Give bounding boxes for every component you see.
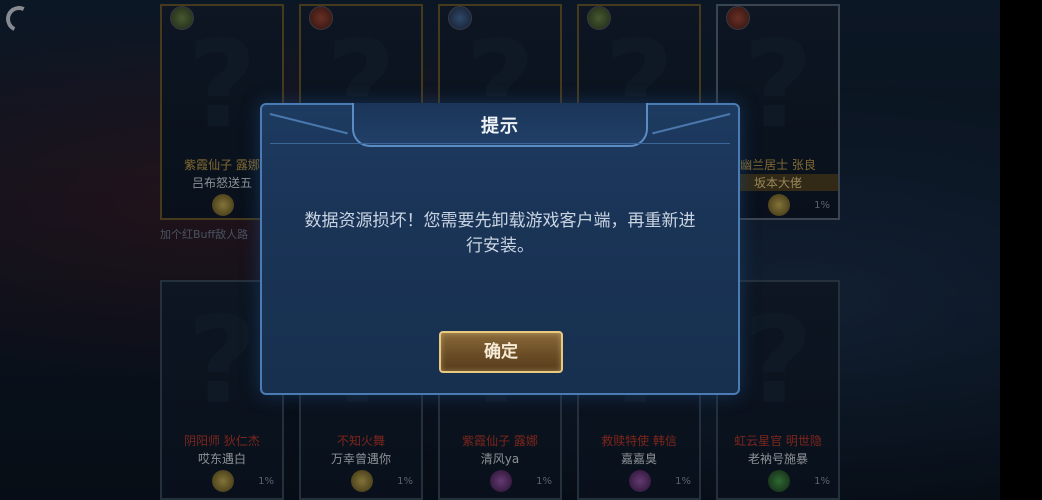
header-ornament [269,113,348,135]
dialog-header: 提示 [352,103,648,147]
screen-edge [1000,0,1042,500]
header-divider [270,143,730,144]
dialog-message: 数据资源损坏！您需要先卸载游戏客户端，再重新进行安装。 [304,211,696,256]
confirm-button[interactable]: 确定 [439,331,563,373]
alert-dialog: 提示 数据资源损坏！您需要先卸载游戏客户端，再重新进行安装。 确定 [260,103,740,395]
dialog-title: 提示 [481,116,519,137]
header-ornament [652,113,731,135]
